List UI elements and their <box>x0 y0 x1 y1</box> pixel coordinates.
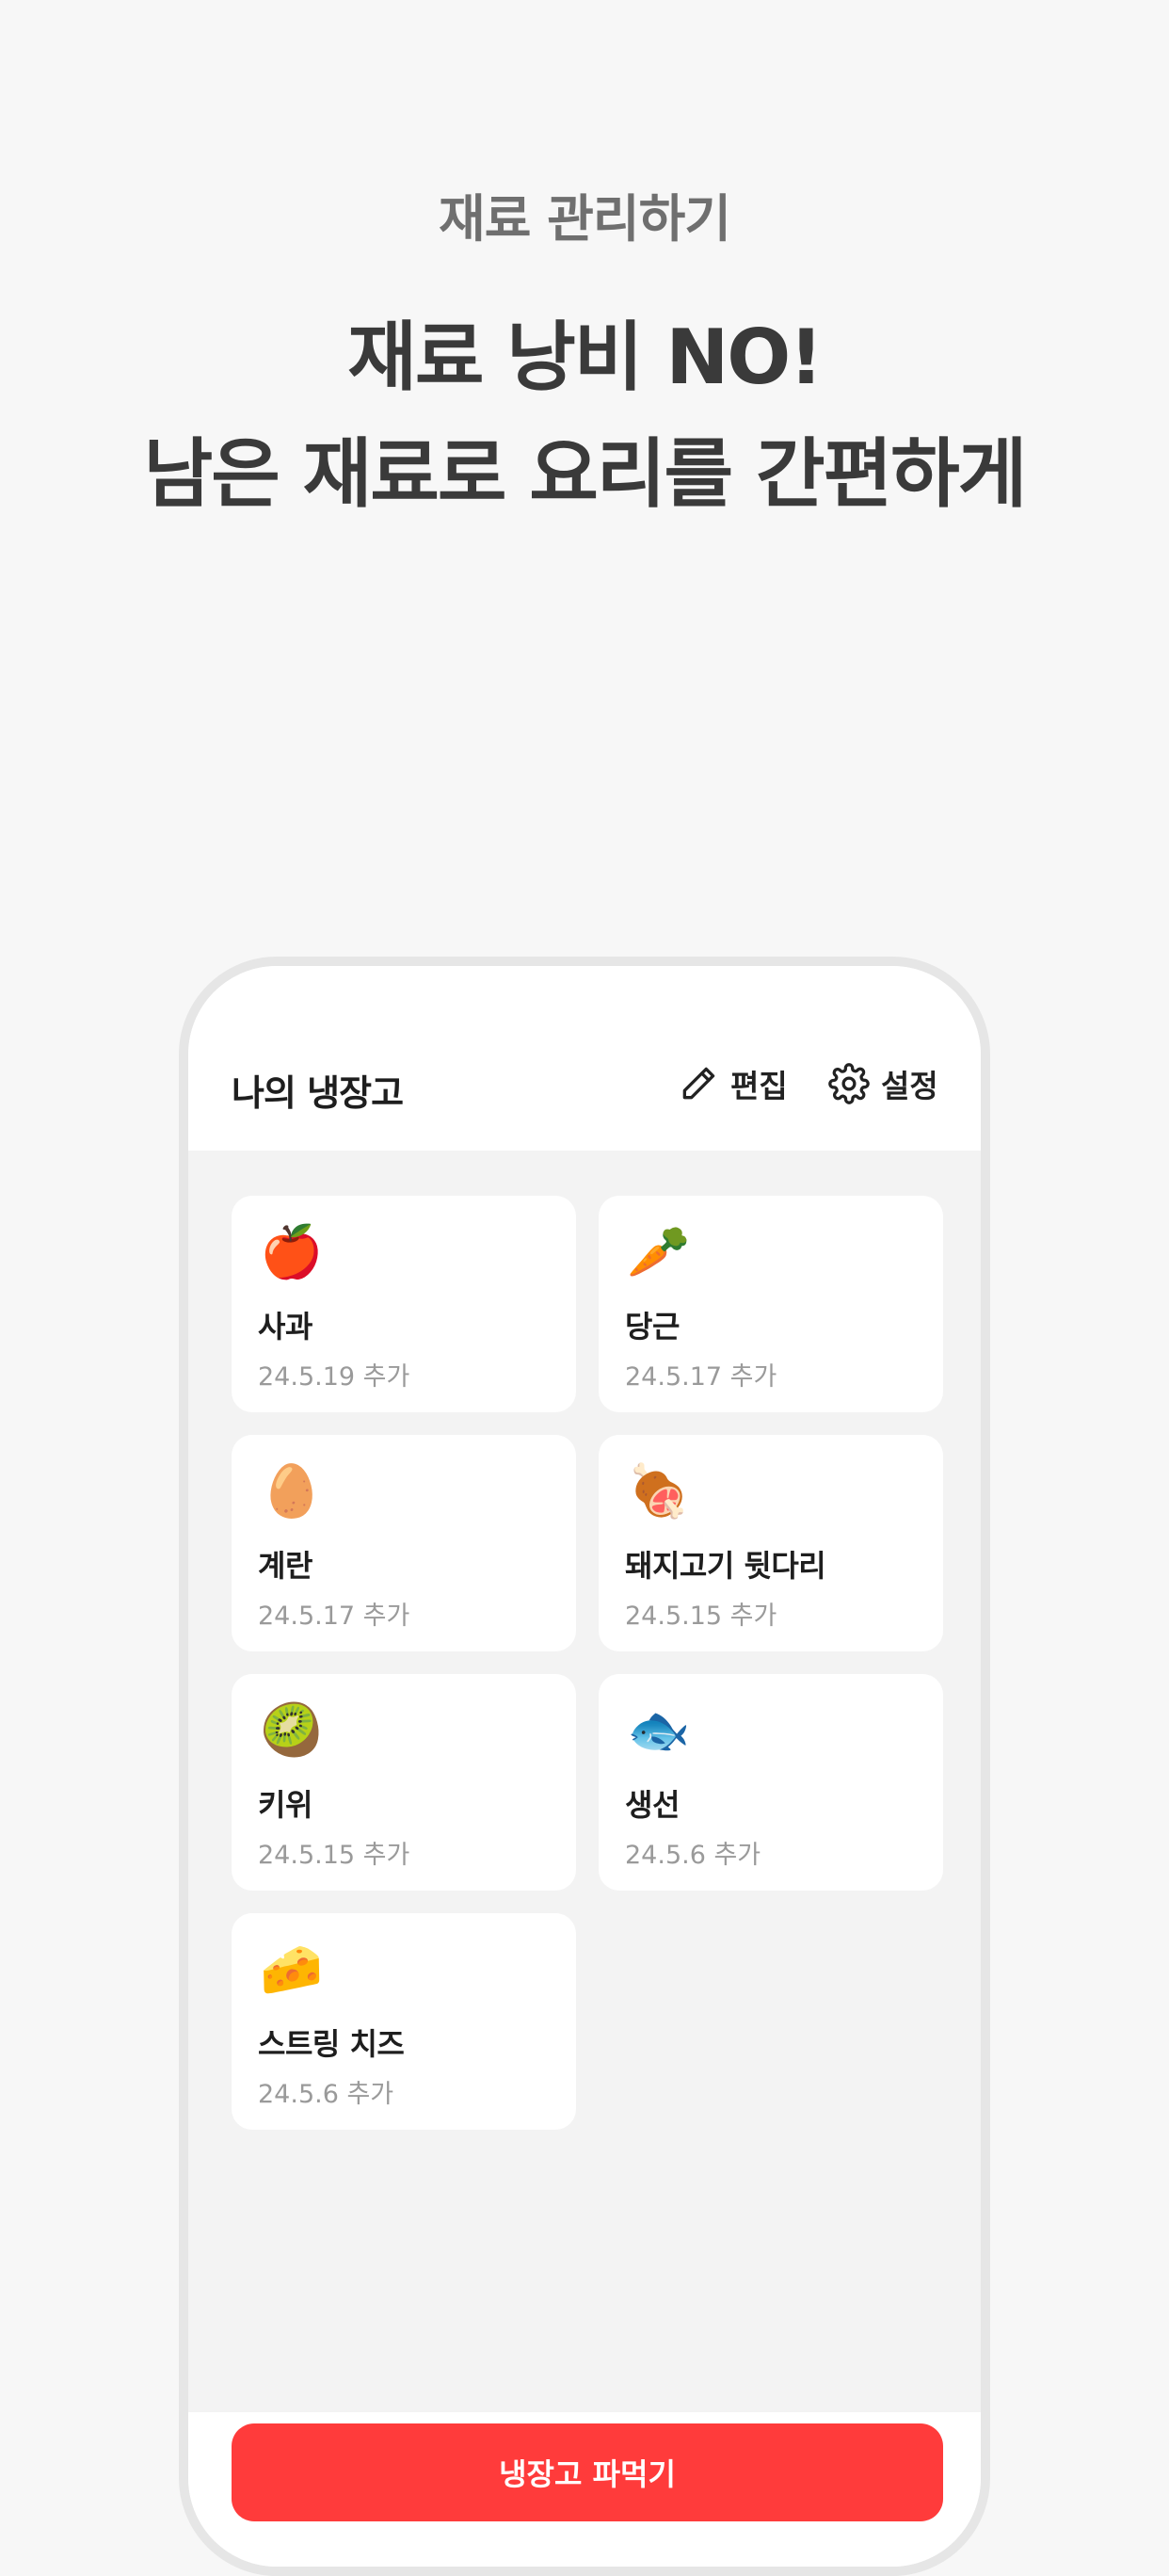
ingredient-card[interactable]: 🍖 돼지고기 뒷다리 24.5.15 추가 <box>599 1435 943 1651</box>
ingredient-card[interactable]: 🍎 사과 24.5.19 추가 <box>232 1196 576 1412</box>
ingredient-card[interactable]: 🥚 계란 24.5.17 추가 <box>232 1435 576 1651</box>
ingredient-added-date: 24.5.19 추가 <box>258 1362 410 1392</box>
ingredient-card[interactable]: 🥝 키위 24.5.15 추가 <box>232 1674 576 1891</box>
ingredient-added-date: 24.5.17 추가 <box>258 1602 410 1631</box>
settings-label: 설정 <box>881 1068 938 1104</box>
ingredient-added-date: 24.5.15 추가 <box>258 1841 410 1870</box>
carrot-icon: 🥕 <box>627 1222 691 1281</box>
kiwi-icon: 🥝 <box>260 1700 324 1760</box>
ingredient-name: 돼지고기 뒷다리 <box>625 1548 826 1584</box>
promo-headline-line2: 남은 재료로 요리를 간편하게 <box>143 430 1028 518</box>
pencil-icon <box>678 1063 719 1104</box>
settings-button[interactable]: 설정 <box>828 1060 938 1107</box>
ingredient-added-date: 24.5.15 추가 <box>625 1602 777 1631</box>
ingredient-name: 계란 <box>258 1548 312 1584</box>
gear-icon <box>828 1063 870 1104</box>
fridge-content: 🍎 사과 24.5.19 추가 🥕 당근 24.5.17 추가 🥚 계란 24.5.17 추가 🍖… <box>188 1151 981 2412</box>
cheese-icon: 🧀 <box>260 1940 324 1999</box>
apple-icon: 🍎 <box>260 1222 324 1281</box>
ingredient-added-date: 24.5.6 추가 <box>625 1841 761 1870</box>
promo-headline-line1: 재료 낭비 NO! <box>347 314 824 401</box>
ingredient-card[interactable]: 🧀 스트링 치즈 24.5.6 추가 <box>232 1913 576 2130</box>
edit-button[interactable]: 편집 <box>678 1060 788 1107</box>
promo-headline: 재료 낭비 NO! 남은 재료로 요리를 간편하게 <box>0 299 1169 533</box>
page-title: 나의 냉장고 <box>232 1072 404 1114</box>
ingredient-grid: 🍎 사과 24.5.19 추가 🥕 당근 24.5.17 추가 🥚 계란 24.5.17 추가 🍖… <box>232 1196 943 2130</box>
meat-icon: 🍖 <box>627 1461 691 1521</box>
ingredient-card[interactable]: 🐟 생선 24.5.6 추가 <box>599 1674 943 1891</box>
ingredient-added-date: 24.5.6 추가 <box>258 2080 394 2109</box>
ingredient-name: 생선 <box>625 1787 680 1823</box>
fish-icon: 🐟 <box>627 1700 691 1760</box>
ingredient-card[interactable]: 🥕 당근 24.5.17 추가 <box>599 1196 943 1412</box>
ingredient-name: 당근 <box>625 1309 680 1344</box>
edit-label: 편집 <box>730 1068 788 1104</box>
ingredient-name: 사과 <box>258 1309 312 1344</box>
promo-subtitle: 재료 관리하기 <box>439 189 731 249</box>
app-header: 나의 냉장고 편집 설정 <box>188 966 981 1151</box>
ingredient-name: 키위 <box>258 1787 312 1823</box>
fridge-cooking-button[interactable]: 냉장고 파먹기 <box>232 2423 943 2521</box>
egg-icon: 🥚 <box>260 1461 324 1521</box>
ingredient-name: 스트링 치즈 <box>258 2026 405 2062</box>
phone-frame: 나의 냉장고 편집 설정 🍎 사과 24.5.19 추가 🥕 당근 24.5.17 추가 🥚… <box>179 957 990 2576</box>
bottom-bar: 냉장고 파먹기 <box>188 2412 981 2567</box>
ingredient-added-date: 24.5.17 추가 <box>625 1362 777 1392</box>
